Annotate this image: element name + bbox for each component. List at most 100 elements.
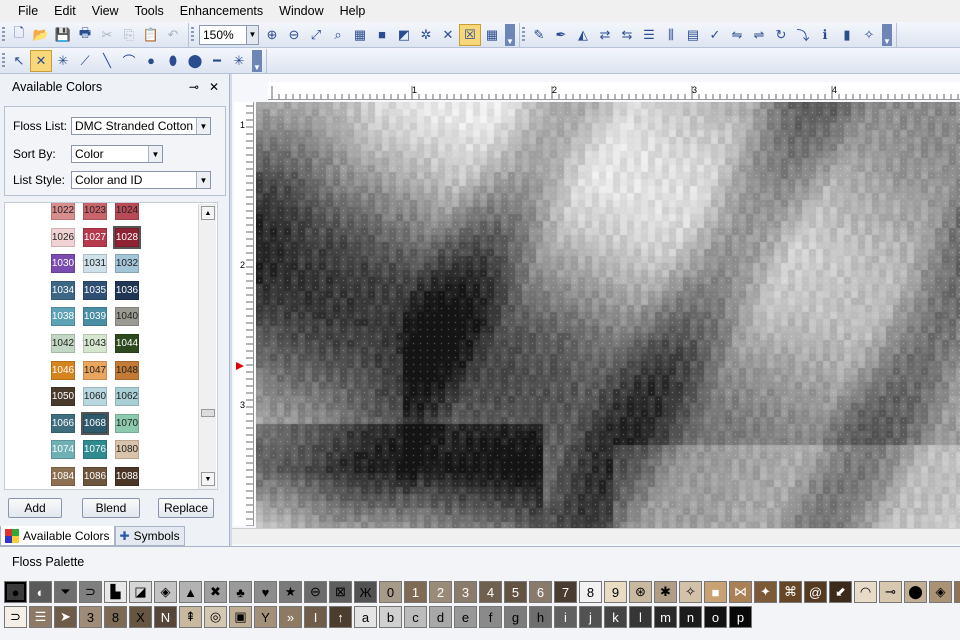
line-icon[interactable]: ╲ [96,50,118,72]
curve-icon[interactable]: ⌒ [118,50,140,72]
floss-swatch[interactable]: 1031 [83,254,107,274]
paste-icon[interactable]: 📋 [140,24,162,46]
floss-swatch[interactable]: 1027 [83,227,107,247]
floss-swatch[interactable]: 1060 [83,387,107,407]
floss-palette-item[interactable]: n [679,606,702,628]
floss-palette-item[interactable]: 9 [604,581,627,603]
scroll-up-icon[interactable]: ▲ [201,206,215,220]
floss-palette-item[interactable]: h [529,606,552,628]
floss-swatch[interactable]: 1022 [51,203,75,220]
floss-palette-item[interactable]: ⊃ [79,581,102,603]
floss-swatch[interactable]: 1024 [115,203,139,220]
floss-palette-item[interactable]: a [354,606,377,628]
bead-icon[interactable]: ⬮ [162,50,184,72]
floss-swatch[interactable]: 1028 [113,225,141,249]
floss-palette-item[interactable]: ▲ [179,581,202,603]
floss-swatch[interactable]: 1035 [83,280,107,300]
floss-palette-item[interactable]: 2 [429,581,452,603]
floss-palette-item[interactable]: ⊛ [629,581,652,603]
scroll-down-icon[interactable]: ▼ [201,472,215,486]
zoom-out-icon[interactable]: ⊖ [283,24,305,46]
floss-palette-item[interactable]: ■ [704,581,727,603]
floss-palette-item[interactable]: b [379,606,402,628]
floss-swatch[interactable]: 1062 [115,387,139,407]
spell-check-icon[interactable]: ✓ [704,24,726,46]
swatch-scrollbar[interactable]: ▲ ▼ [198,204,216,489]
floss-palette-item[interactable]: ◎ [204,606,227,628]
backstitch-icon[interactable]: ⟋ [74,50,96,72]
floss-palette-item[interactable]: c [404,606,427,628]
zoom-fit-icon[interactable]: ⤢ [305,24,327,46]
floss-palette-item[interactable]: ⏷ [54,581,77,603]
sort-by-select[interactable]: Color ▼ [71,145,163,163]
table-icon[interactable]: ▤ [682,24,704,46]
floss-palette-item[interactable]: i [554,606,577,628]
floss-palette-item[interactable]: ⊠ [329,581,352,603]
floss-palette-item[interactable]: 7 [554,581,577,603]
floss-palette-item[interactable]: ⋈ [729,581,752,603]
petite-stitch-icon[interactable]: ✕ [437,24,459,46]
open-icon[interactable]: 📂 [30,24,52,46]
floss-palette-item[interactable]: e [454,606,477,628]
floss-palette-item[interactable]: g [504,606,527,628]
special-stitch-icon[interactable]: ⬤ [184,50,206,72]
pattern-grid[interactable] [256,102,960,528]
floss-palette-item[interactable]: l [629,606,652,628]
floss-swatch[interactable]: 1047 [83,360,107,380]
chevron-down-icon[interactable]: ▼ [246,25,258,44]
select-box-icon[interactable]: ✕ [30,49,52,72]
floss-swatch[interactable]: 1070 [115,413,139,433]
grid-icon[interactable]: ▦ [481,24,503,46]
floss-palette-item[interactable]: ✖ [204,581,227,603]
floss-palette-item[interactable]: 8 [579,581,602,603]
eraser-icon[interactable]: ◭ [572,24,594,46]
pick-color-icon[interactable]: ✎ [528,24,550,46]
floss-swatch[interactable]: 1088 [115,467,139,486]
chevron-down-icon[interactable]: ▼ [148,146,162,162]
floss-palette-item[interactable]: 4 [479,581,502,603]
dropper-icon[interactable]: ⤵ [792,24,814,46]
zoom-select-icon[interactable]: ⌕ [327,24,349,46]
dash-icon[interactable]: ━ [206,50,228,72]
floss-palette-item[interactable]: d [429,606,452,628]
floss-palette-item[interactable]: ⊖ [304,581,327,603]
flop-icon[interactable]: ⇌ [748,24,770,46]
floss-swatch[interactable]: 1026 [51,227,75,247]
floss-swatch[interactable]: 1030 [51,254,75,274]
floss-palette-item[interactable]: ★ [279,581,302,603]
floss-palette-item[interactable]: ⇞ [179,606,202,628]
add-button[interactable]: Add [8,498,62,518]
floss-palette-item[interactable]: ✦ [754,581,777,603]
floss-palette-item[interactable]: ♥ [254,581,277,603]
rows-icon[interactable]: ☰ [638,24,660,46]
floss-palette-item[interactable]: ◐ [29,581,52,603]
zoom-combo[interactable]: 150% ▼ [199,24,259,45]
flip-icon[interactable]: ⇋ [726,24,748,46]
full-stitch-icon[interactable]: ■ [371,24,393,46]
floss-palette-item[interactable]: 0 [379,581,402,603]
columns-icon[interactable]: ⫼ [660,24,682,46]
toolbar-overflow-icon[interactable]: ▼ [882,23,892,46]
save-icon[interactable]: 💾 [52,24,74,46]
bookmark-icon[interactable]: ▮ [836,24,858,46]
info-icon[interactable]: ℹ [814,24,836,46]
floss-palette-item[interactable]: ⬤ [904,581,927,603]
floss-swatch[interactable]: 1086 [83,467,107,486]
floss-palette-item[interactable]: ⌘ [779,581,802,603]
floss-palette-item[interactable]: ● [4,581,27,603]
floss-swatch[interactable]: 1074 [51,440,75,460]
floss-palette-item[interactable]: 6 [529,581,552,603]
floss-palette-item[interactable]: ✧ [679,581,702,603]
rotate-icon[interactable]: ↻ [770,24,792,46]
floss-swatch[interactable]: 1040 [115,307,139,327]
menu-enhancements[interactable]: Enhancements [172,0,271,22]
floss-palette-item[interactable]: ◪ [129,581,152,603]
floss-palette-item[interactable]: ▶ [954,581,960,603]
floss-palette-item[interactable]: ◠ [854,581,877,603]
floss-palette-item[interactable]: ☰ [29,606,52,628]
new-icon[interactable]: 🗋 [8,24,30,46]
menu-edit[interactable]: Edit [46,0,84,22]
floss-swatch[interactable]: 1038 [51,307,75,327]
menu-file[interactable]: File [10,0,46,22]
zoom-in-icon[interactable]: ⊕ [261,24,283,46]
